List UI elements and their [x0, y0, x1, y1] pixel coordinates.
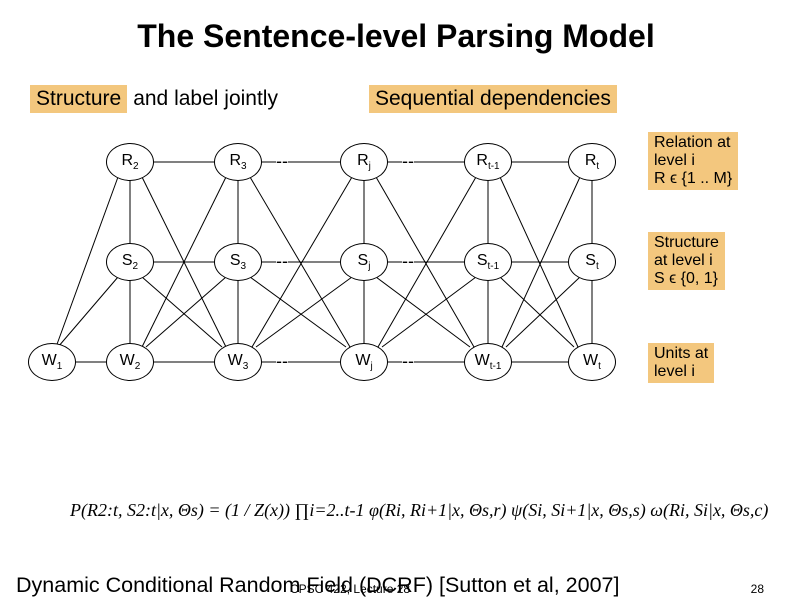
- probability-formula: P(R2:t, S2:t|x, Θs) = (1 / Z(x)) ∏i=2..t…: [70, 500, 768, 521]
- structure-label: Structure: [30, 85, 127, 113]
- node-R3: R3: [214, 143, 262, 181]
- dots: --: [402, 151, 414, 172]
- node-Rt: Rt: [568, 143, 616, 181]
- node-S2: S2: [106, 243, 154, 281]
- node-R2: R2: [106, 143, 154, 181]
- node-W3: W3: [214, 343, 262, 381]
- annot-structure: Structure at level i S ϵ {0, 1}: [648, 232, 725, 290]
- node-W1: W1: [28, 343, 76, 381]
- node-S3: S3: [214, 243, 262, 281]
- page-title: The Sentence-level Parsing Model: [0, 0, 792, 55]
- page-number: 28: [751, 582, 764, 596]
- node-Rt-1: Rt-1: [464, 143, 512, 181]
- dots: --: [402, 251, 414, 272]
- annot-relation: Relation at level i R ϵ {1 .. M}: [648, 132, 738, 190]
- node-Wt: Wt: [568, 343, 616, 381]
- structure-rest: and label jointly: [127, 85, 284, 113]
- dots: --: [276, 151, 288, 172]
- subtitle-row: Structure and label jointly Sequential d…: [0, 55, 792, 113]
- node-Wj: Wj: [340, 343, 388, 381]
- node-St: St: [568, 243, 616, 281]
- diagram: R2 R3 -- Rj -- Rt-1 Rt S2 S3 -- Sj -- St…: [0, 133, 792, 453]
- dots: --: [276, 251, 288, 272]
- node-Rj: Rj: [340, 143, 388, 181]
- course-code: CPSC 422, Lecture 28: [290, 582, 410, 596]
- sequential-label: Sequential dependencies: [369, 85, 617, 113]
- node-St-1: St-1: [464, 243, 512, 281]
- node-W2: W2: [106, 343, 154, 381]
- dots: --: [402, 351, 414, 372]
- dots: --: [276, 351, 288, 372]
- node-Sj: Sj: [340, 243, 388, 281]
- node-Wt-1: Wt-1: [464, 343, 512, 381]
- annot-units: Units at level i: [648, 343, 714, 383]
